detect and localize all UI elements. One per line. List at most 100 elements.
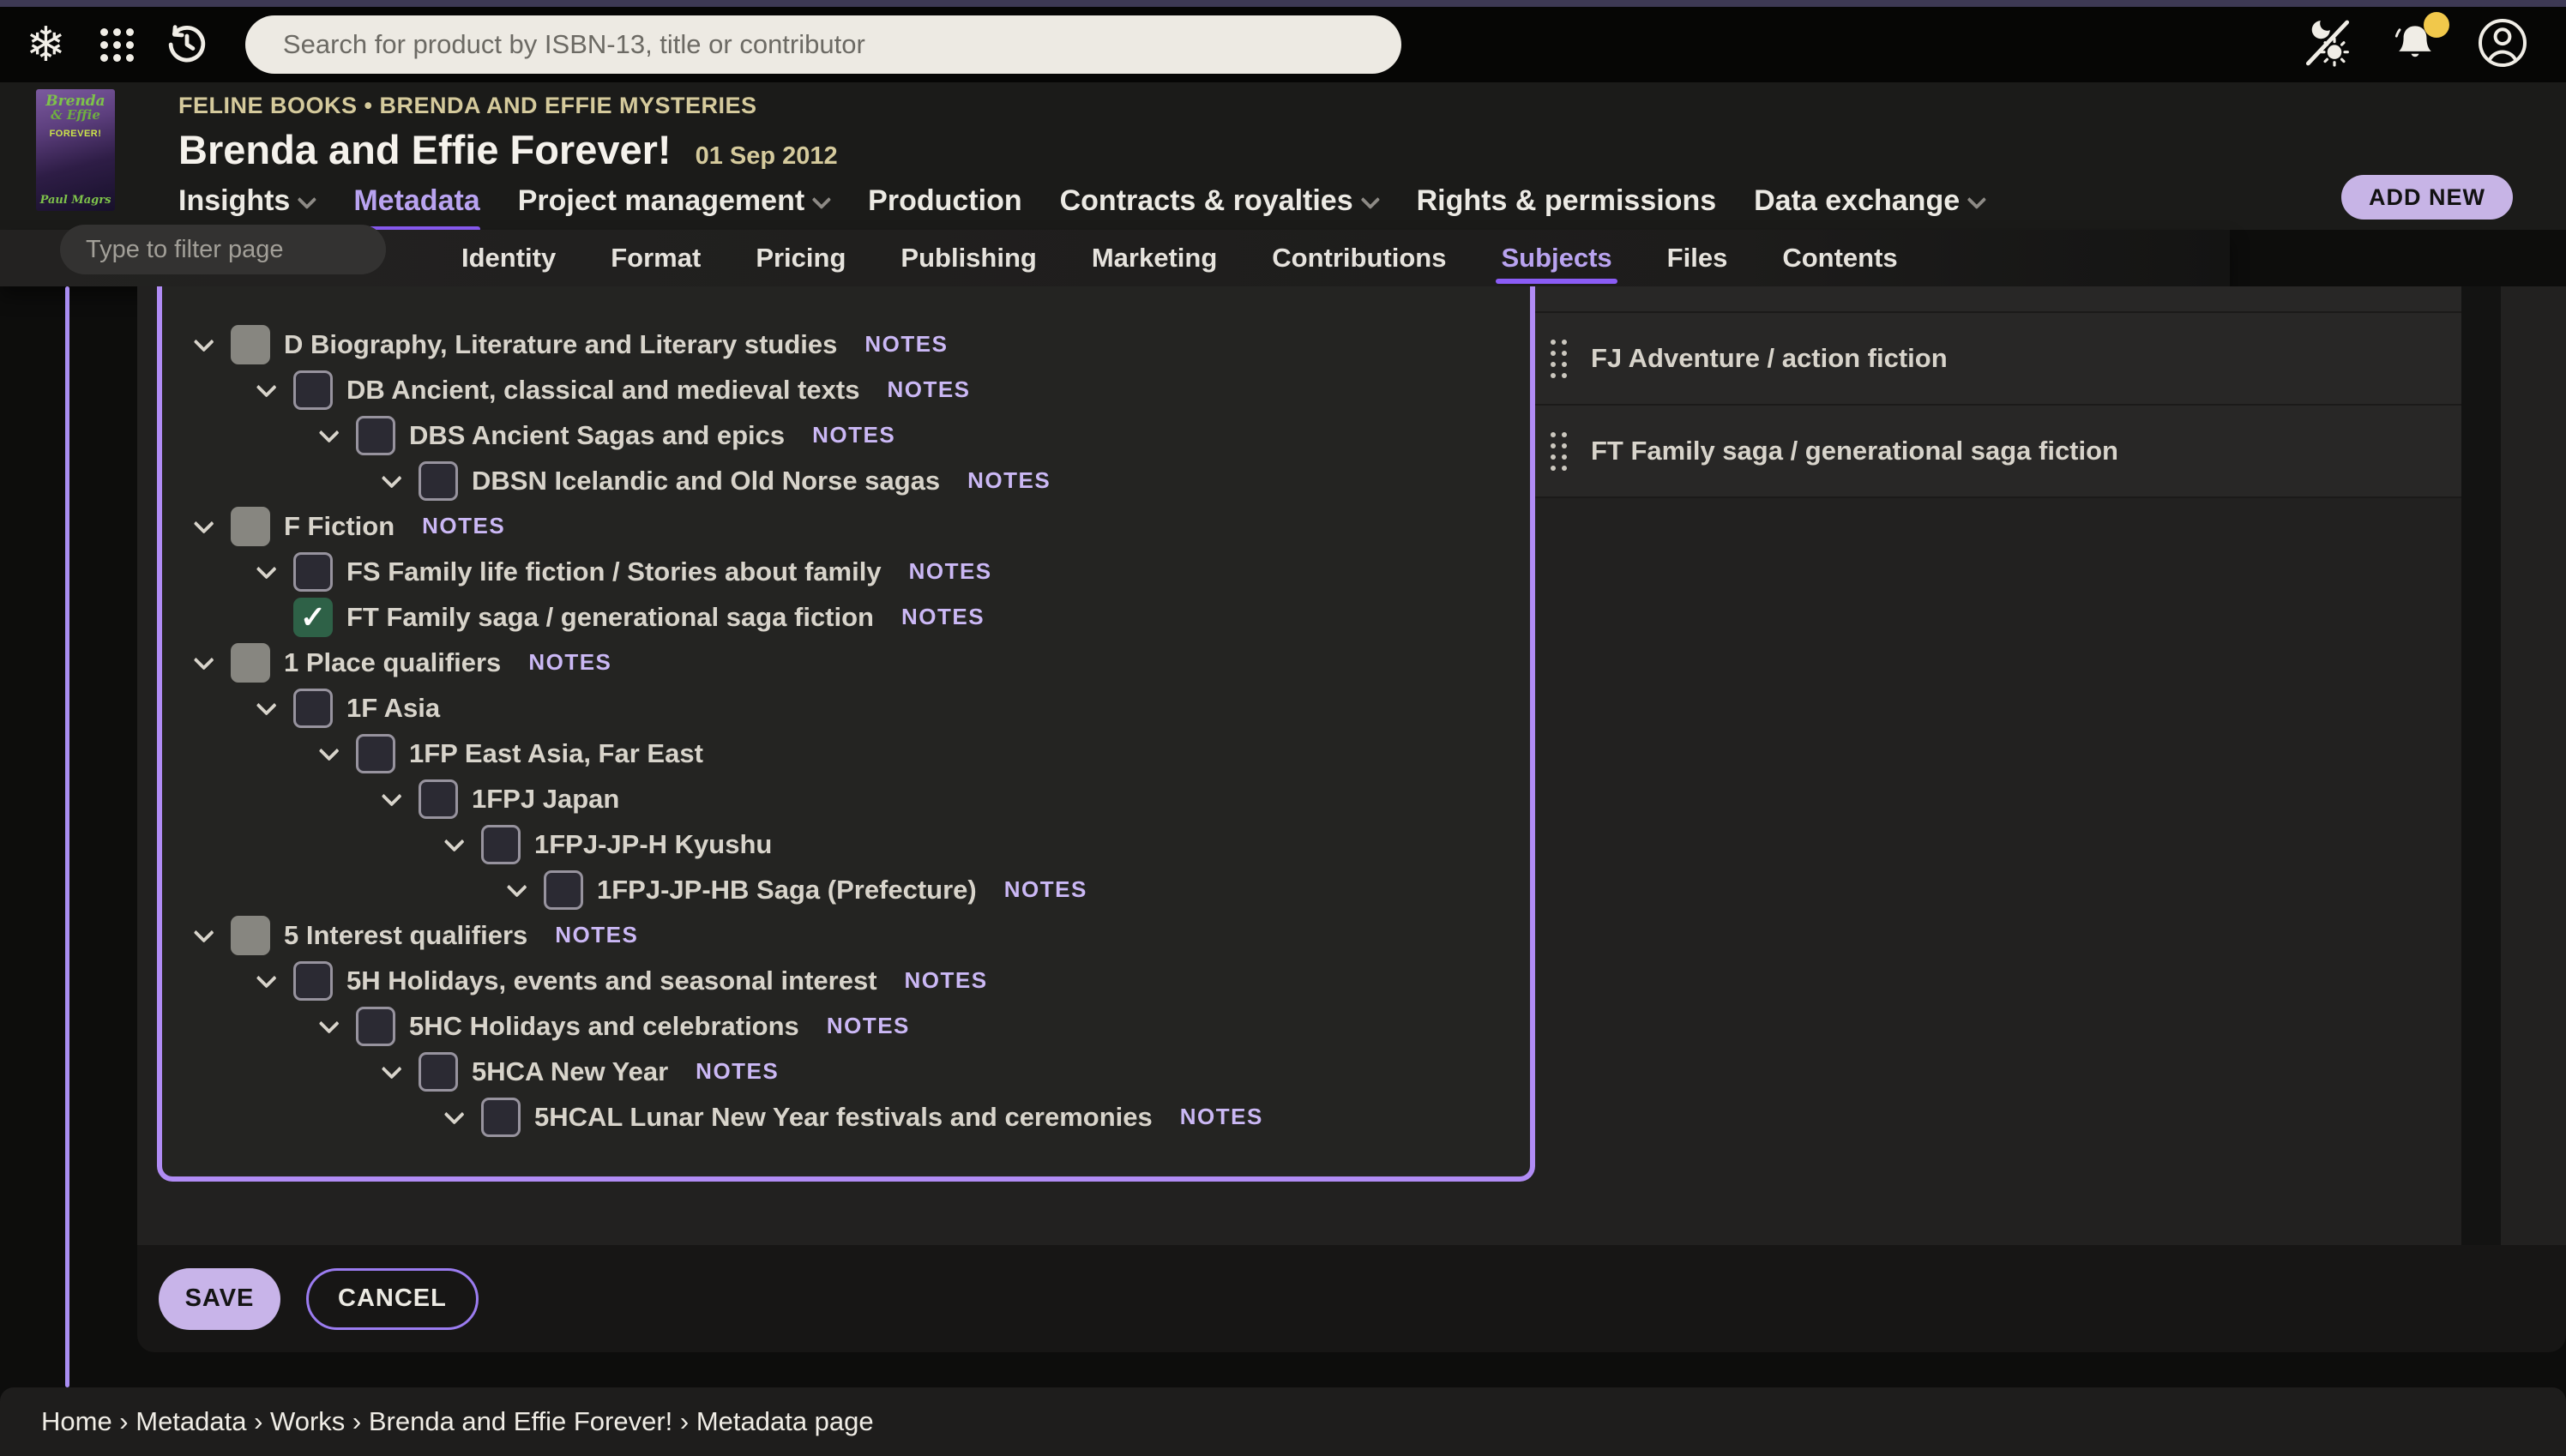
subject-checkbox[interactable]: [419, 779, 458, 819]
metadata-tab-label[interactable]: Files: [1667, 243, 1728, 274]
metadata-tab-label[interactable]: Marketing: [1092, 243, 1217, 274]
chevron-down-icon[interactable]: [193, 519, 219, 533]
metadata-tab[interactable]: Subjects: [1501, 230, 1611, 286]
chevron-down-icon[interactable]: [256, 564, 281, 579]
chevron-down-icon[interactable]: [318, 428, 344, 442]
subject-checkbox[interactable]: [481, 825, 521, 864]
primary-nav-item[interactable]: Project management: [518, 184, 830, 218]
snowflake-logo-icon[interactable]: ❄: [26, 21, 66, 69]
chevron-down-icon[interactable]: [381, 473, 407, 488]
primary-nav-item-label[interactable]: Contracts & royalties: [1060, 184, 1353, 218]
subject-checkbox[interactable]: [231, 916, 270, 955]
metadata-tab-label[interactable]: Contributions: [1272, 243, 1446, 274]
primary-nav-item[interactable]: Data exchange: [1754, 184, 1985, 218]
subject-notes-link[interactable]: NOTES: [901, 604, 985, 630]
chevron-down-icon[interactable]: [381, 1064, 407, 1079]
metadata-tab-label[interactable]: Contents: [1782, 243, 1897, 274]
subject-checkbox[interactable]: [231, 643, 270, 683]
page-filter-input[interactable]: [60, 225, 386, 274]
subject-checkbox[interactable]: [481, 1098, 521, 1137]
metadata-tab[interactable]: Publishing: [901, 230, 1036, 286]
primary-nav-item[interactable]: Production: [868, 184, 1021, 218]
theme-toggle-icon[interactable]: [2300, 15, 2355, 75]
subject-notes-link[interactable]: NOTES: [827, 1013, 910, 1039]
chevron-down-icon[interactable]: [256, 973, 281, 988]
primary-nav-item[interactable]: Contracts & royalties: [1060, 184, 1379, 218]
subject-notes-link[interactable]: NOTES: [1180, 1104, 1263, 1130]
subject-checkbox[interactable]: [544, 870, 583, 910]
search-input[interactable]: [245, 15, 1401, 74]
chevron-down-icon[interactable]: [318, 746, 344, 761]
primary-nav-item-label[interactable]: Production: [868, 184, 1021, 218]
chevron-down-icon[interactable]: [443, 1110, 469, 1124]
metadata-tab[interactable]: Marketing: [1092, 230, 1217, 286]
metadata-tab[interactable]: Identity: [461, 230, 556, 286]
chevron-down-icon[interactable]: [443, 837, 469, 851]
chevron-down-icon[interactable]: [506, 882, 532, 897]
app-grid-icon[interactable]: [100, 28, 134, 62]
subject-checkbox[interactable]: [231, 507, 270, 546]
chevron-down-icon[interactable]: [193, 928, 219, 942]
subject-notes-link[interactable]: NOTES: [422, 513, 505, 539]
primary-nav-item-label[interactable]: Metadata: [353, 184, 479, 218]
primary-nav-item[interactable]: Insights: [178, 184, 316, 218]
notifications-bell-icon[interactable]: [2391, 21, 2439, 69]
metadata-tab-label[interactable]: Publishing: [901, 243, 1036, 274]
subject-notes-link[interactable]: NOTES: [967, 467, 1051, 494]
subject-notes-link[interactable]: NOTES: [864, 331, 948, 358]
primary-nav-item-label[interactable]: Rights & permissions: [1417, 184, 1717, 218]
metadata-tab-label[interactable]: Format: [611, 243, 701, 274]
breadcrumb[interactable]: Home › Metadata › Works › Brenda and Eff…: [41, 1406, 874, 1437]
subject-notes-link[interactable]: NOTES: [812, 422, 895, 448]
chevron-down-icon[interactable]: [193, 337, 219, 352]
subject-checkbox[interactable]: [231, 325, 270, 364]
drag-handle-icon[interactable]: [1551, 432, 1567, 471]
subject-checkbox[interactable]: [419, 1052, 458, 1092]
subject-checkbox[interactable]: ✓: [293, 598, 333, 637]
subject-checkbox[interactable]: [293, 689, 333, 728]
primary-nav-item-label[interactable]: Insights: [178, 184, 290, 218]
account-avatar-icon[interactable]: [2475, 15, 2530, 75]
add-new-button[interactable]: ADD NEW: [2341, 175, 2513, 220]
selected-subject-row[interactable]: FT Family saga / generational saga ficti…: [1535, 406, 2461, 498]
chevron-down-icon[interactable]: [381, 791, 407, 806]
primary-nav-item[interactable]: Metadata: [353, 184, 479, 218]
chevron-down-icon[interactable]: [256, 382, 281, 397]
metadata-tab[interactable]: Contents: [1782, 230, 1897, 286]
subject-notes-link[interactable]: NOTES: [887, 376, 970, 403]
history-icon[interactable]: [165, 22, 209, 67]
subject-notes-link[interactable]: NOTES: [1004, 876, 1087, 903]
primary-nav-item-label[interactable]: Data exchange: [1754, 184, 1960, 218]
primary-nav-item[interactable]: Rights & permissions: [1417, 184, 1717, 218]
save-button[interactable]: SAVE: [159, 1268, 280, 1330]
primary-nav-item-label[interactable]: Project management: [518, 184, 804, 218]
drag-handle-icon[interactable]: [1551, 340, 1567, 378]
selected-subject-row[interactable]: FJ Adventure / action fiction: [1535, 313, 2461, 406]
subject-checkbox[interactable]: [419, 461, 458, 501]
chevron-down-icon[interactable]: [256, 701, 281, 715]
subject-notes-link[interactable]: NOTES: [528, 649, 611, 676]
metadata-tab-label[interactable]: Identity: [461, 243, 556, 274]
metadata-tab[interactable]: Format: [611, 230, 701, 286]
metadata-tab[interactable]: Pricing: [756, 230, 846, 286]
subject-checkbox[interactable]: [356, 734, 395, 773]
chevron-down-icon[interactable]: [318, 1019, 344, 1033]
subject-checkbox[interactable]: [356, 416, 395, 455]
metadata-tab[interactable]: Contributions: [1272, 230, 1446, 286]
subject-checkbox[interactable]: [293, 552, 333, 592]
imprint-series-line[interactable]: FELINE BOOKS • BRENDA AND EFFIE MYSTERIE…: [178, 93, 838, 119]
metadata-tab-label[interactable]: Subjects: [1501, 243, 1611, 274]
subject-checkbox[interactable]: [293, 961, 333, 1001]
subject-tree-row: 5HCAL Lunar New Year festivals and cerem…: [162, 1094, 1530, 1140]
metadata-tab-label[interactable]: Pricing: [756, 243, 846, 274]
subject-notes-link[interactable]: NOTES: [905, 967, 988, 994]
cancel-button[interactable]: CANCEL: [306, 1268, 479, 1330]
chevron-down-icon[interactable]: [193, 655, 219, 670]
subject-notes-link[interactable]: NOTES: [909, 558, 992, 585]
subject-notes-link[interactable]: NOTES: [696, 1058, 779, 1085]
subject-notes-link[interactable]: NOTES: [555, 922, 638, 948]
subject-checkbox[interactable]: [293, 370, 333, 410]
metadata-tab[interactable]: Files: [1667, 230, 1728, 286]
subject-checkbox[interactable]: [356, 1007, 395, 1046]
scrollbar-track[interactable]: [2461, 286, 2501, 1352]
